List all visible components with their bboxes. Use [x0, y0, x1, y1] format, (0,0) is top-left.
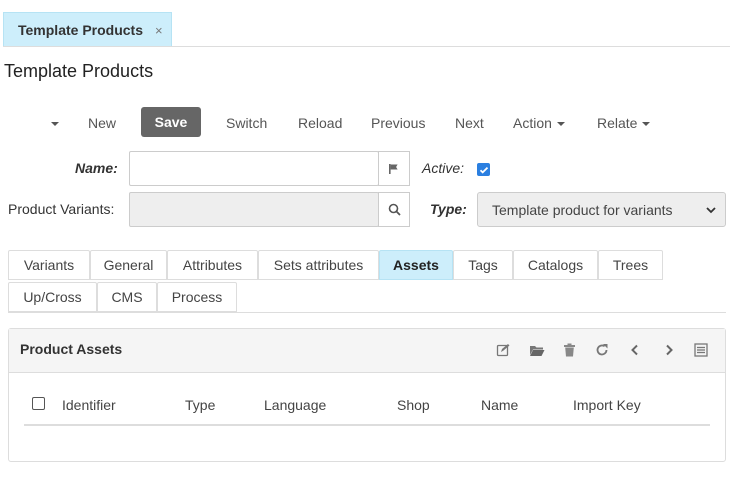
- toolbar-menu-dropdown[interactable]: [46, 109, 59, 137]
- type-select[interactable]: Template product for variants: [477, 192, 726, 227]
- caret-down-icon: [642, 122, 651, 127]
- column-header-language[interactable]: Language: [264, 397, 326, 413]
- product-variants-input[interactable]: [129, 192, 379, 227]
- column-header-import-key[interactable]: Import Key: [573, 397, 641, 413]
- column-header-name[interactable]: Name: [481, 397, 518, 413]
- folder-open-icon[interactable]: [528, 341, 546, 359]
- action-dropdown[interactable]: Action: [513, 109, 565, 137]
- page-title: Template Products: [4, 61, 154, 81]
- active-label: Active:: [422, 160, 465, 176]
- panel-title: Product Assets: [20, 341, 123, 357]
- tab-general[interactable]: General: [90, 250, 167, 280]
- select-all-checkbox[interactable]: [32, 397, 45, 410]
- list-icon[interactable]: [692, 341, 710, 359]
- table-header-divider: [24, 424, 710, 426]
- switch-button[interactable]: Switch: [226, 109, 267, 137]
- chevron-down-icon: [706, 207, 716, 214]
- caret-down-icon: [556, 122, 565, 127]
- document-tab-label: Template Products: [18, 22, 143, 38]
- product-variants-label: Product Variants:: [8, 201, 115, 217]
- tab-attributes[interactable]: Attributes: [167, 250, 258, 280]
- search-icon: [388, 203, 401, 216]
- check-icon: [479, 166, 488, 174]
- tab-divider: [3, 46, 730, 47]
- trash-icon[interactable]: [560, 341, 578, 359]
- translate-button[interactable]: [378, 151, 410, 186]
- tab-sets-attributes[interactable]: Sets attributes: [258, 250, 379, 280]
- relate-label: Relate: [597, 115, 638, 131]
- save-button[interactable]: Save: [141, 107, 201, 137]
- name-label: Name:: [75, 160, 118, 176]
- tab-variants[interactable]: Variants: [8, 250, 90, 280]
- new-button[interactable]: New: [88, 109, 116, 137]
- next-button[interactable]: Next: [455, 109, 484, 137]
- relate-dropdown[interactable]: Relate: [597, 109, 651, 137]
- chevron-right-icon[interactable]: [660, 341, 678, 359]
- tab-cms[interactable]: CMS: [97, 282, 157, 312]
- refresh-icon[interactable]: [593, 341, 611, 359]
- type-label: Type:: [430, 201, 467, 217]
- chevron-left-icon[interactable]: [626, 341, 644, 359]
- flag-icon: [389, 163, 398, 174]
- name-input[interactable]: [129, 151, 379, 186]
- tab-process[interactable]: Process: [157, 282, 237, 312]
- type-select-value: Template product for variants: [492, 201, 673, 218]
- column-header-shop[interactable]: Shop: [397, 397, 430, 413]
- close-icon[interactable]: ×: [155, 23, 163, 38]
- column-header-identifier[interactable]: Identifier: [62, 397, 116, 413]
- active-checkbox[interactable]: [477, 163, 490, 176]
- action-label: Action: [513, 115, 552, 131]
- document-tab[interactable]: Template Products ×: [3, 12, 172, 47]
- tab-up-cross[interactable]: Up/Cross: [8, 282, 97, 312]
- column-header-type[interactable]: Type: [185, 397, 215, 413]
- reload-button[interactable]: Reload: [298, 109, 342, 137]
- tab-catalogs[interactable]: Catalogs: [513, 250, 598, 280]
- previous-button[interactable]: Previous: [371, 109, 425, 137]
- edit-icon[interactable]: [494, 341, 512, 359]
- caret-down-icon: [51, 122, 59, 127]
- tabs-divider: [8, 312, 726, 313]
- search-button[interactable]: [378, 192, 410, 227]
- tab-trees[interactable]: Trees: [598, 250, 663, 280]
- tab-tags[interactable]: Tags: [453, 250, 513, 280]
- tab-assets[interactable]: Assets: [379, 250, 453, 280]
